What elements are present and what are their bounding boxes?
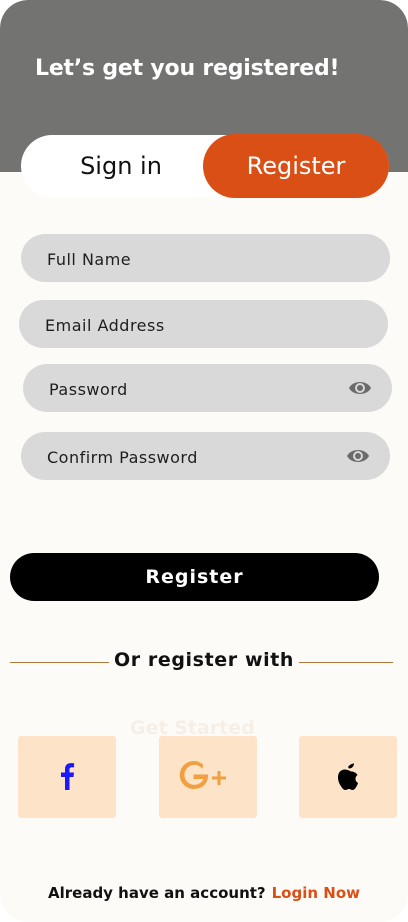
eye-icon[interactable] (346, 445, 370, 467)
footer-prompt: Already have an account? (48, 884, 266, 902)
divider-text: Or register with (113, 649, 295, 671)
register-button[interactable]: Register (10, 553, 379, 601)
divider-right (299, 662, 393, 663)
full-name-field[interactable] (45, 234, 345, 284)
confirm-password-field[interactable] (45, 432, 345, 482)
email-field[interactable] (43, 300, 343, 350)
eye-icon[interactable] (348, 377, 372, 399)
footer: Already have an account? Login Now (0, 884, 408, 902)
email-field-container (19, 300, 388, 350)
facebook-icon (61, 763, 75, 790)
register-screen: Let’s get you registered! Sign in Regist… (0, 0, 408, 922)
password-field-container (23, 364, 392, 414)
auth-tabs: Sign in Register (21, 134, 389, 198)
google-plus-icon (179, 761, 226, 789)
google-login-button[interactable] (159, 736, 257, 818)
confirm-password-field-container (21, 432, 390, 482)
full-name-field-container (21, 234, 390, 284)
facebook-login-button[interactable] (18, 736, 116, 818)
tab-sign-in[interactable]: Sign in (21, 135, 221, 197)
tab-register[interactable]: Register (203, 134, 389, 198)
password-field[interactable] (47, 364, 347, 414)
login-now-link[interactable]: Login Now (272, 884, 360, 902)
apple-icon (337, 763, 358, 790)
divider-left (10, 662, 109, 663)
page-title: Let’s get you registered! (35, 56, 340, 81)
apple-login-button[interactable] (299, 736, 397, 818)
